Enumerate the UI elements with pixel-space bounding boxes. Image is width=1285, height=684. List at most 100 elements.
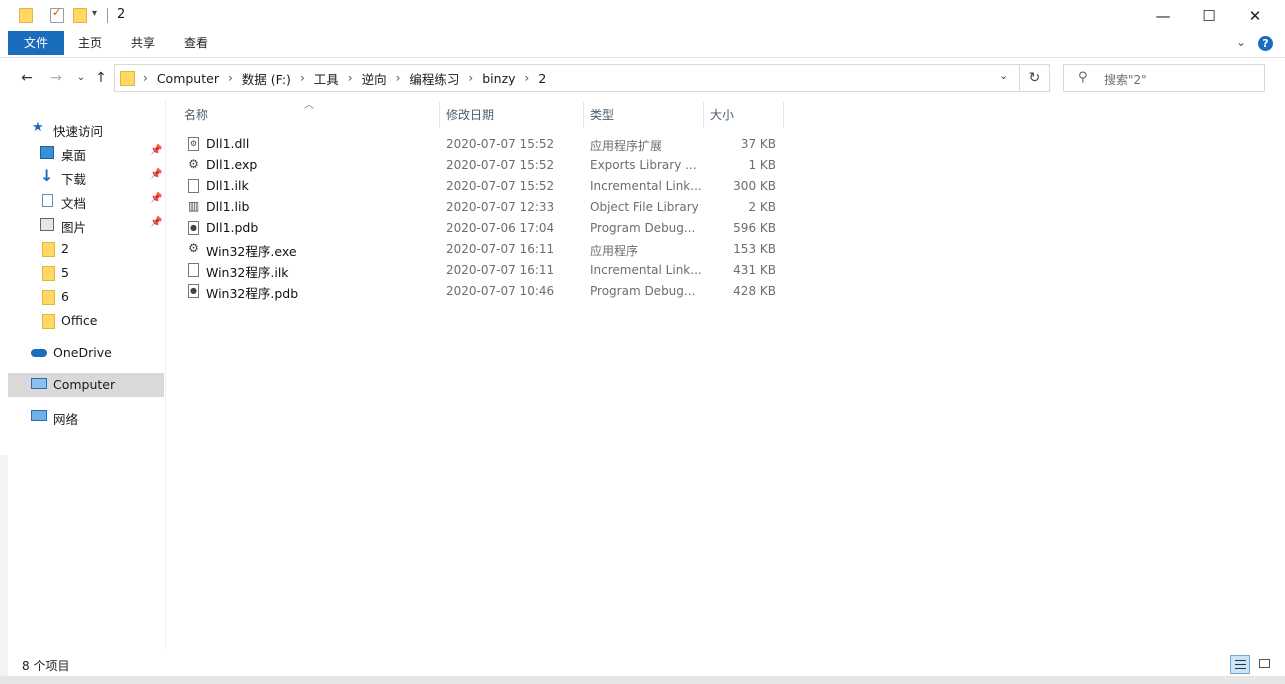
- new-folder-icon[interactable]: [73, 8, 87, 23]
- table-row[interactable]: ⚙ Dll1.exp 2020-07-07 15:52 Exports Libr…: [176, 155, 784, 176]
- sidebar-item-network[interactable]: 网络: [8, 405, 164, 429]
- table-row[interactable]: ▥ Dll1.lib 2020-07-07 12:33 Object File …: [176, 197, 784, 218]
- chevron-down-icon[interactable]: ▾: [92, 8, 97, 19]
- help-icon[interactable]: ?: [1258, 36, 1273, 51]
- pin-icon[interactable]: 📌: [150, 169, 162, 180]
- sidebar-item-label: 桌面: [61, 148, 87, 163]
- folder-icon: [42, 242, 55, 257]
- column-header-date[interactable]: 修改日期: [440, 102, 584, 128]
- file-size: 431 KB: [733, 263, 776, 277]
- large-icons-view-button[interactable]: [1255, 655, 1275, 674]
- breadcrumb-item[interactable]: 编程练习: [409, 69, 459, 88]
- sidebar-item-label: 文档: [61, 196, 87, 211]
- file-size: 596 KB: [733, 221, 776, 235]
- chevron-right-icon[interactable]: ›: [525, 71, 530, 85]
- table-row[interactable]: ⚙ Win32程序.exe 2020-07-07 16:11 应用程序 153 …: [176, 239, 784, 260]
- sidebar-item-label: 下载: [61, 172, 87, 187]
- title-divider: [107, 8, 108, 23]
- sidebar-item-folder-2[interactable]: 2: [8, 237, 164, 261]
- sidebar-item-quick-access[interactable]: ★ 快速访问: [8, 117, 164, 141]
- search-input[interactable]: ⚲ 搜索"2": [1063, 64, 1265, 92]
- chevron-right-icon[interactable]: ›: [228, 71, 233, 85]
- minimize-button[interactable]: —: [1140, 0, 1186, 31]
- breadcrumb-item[interactable]: 工具: [314, 69, 339, 88]
- pane-divider[interactable]: [165, 100, 166, 650]
- sidebar-item-folder-6[interactable]: 6: [8, 285, 164, 309]
- cloud-icon: [31, 349, 47, 357]
- exe-file-icon: ⚙: [188, 241, 199, 256]
- file-name: Dll1.pdb: [206, 220, 259, 235]
- forward-button[interactable]: →: [45, 67, 67, 89]
- close-button[interactable]: ✕: [1232, 0, 1278, 31]
- file-name: Dll1.ilk: [206, 178, 249, 193]
- recent-locations-button[interactable]: ⌄: [70, 67, 92, 89]
- search-icon: ⚲: [1078, 70, 1088, 85]
- ribbon-expand-icon[interactable]: ⌄: [1236, 35, 1246, 49]
- refresh-button[interactable]: ↻: [1020, 64, 1050, 92]
- pin-icon[interactable]: 📌: [150, 217, 162, 228]
- file-size: 1 KB: [748, 158, 776, 172]
- pin-icon[interactable]: 📌: [150, 193, 162, 204]
- breadcrumb-item[interactable]: binzy: [482, 71, 515, 86]
- sidebar-item-documents[interactable]: 文档 📌: [8, 189, 164, 213]
- sidebar-item-computer[interactable]: Computer: [8, 373, 164, 397]
- properties-icon[interactable]: [50, 6, 64, 23]
- maximize-button[interactable]: ☐: [1186, 0, 1232, 31]
- window-title: 2: [117, 7, 126, 22]
- chevron-right-icon[interactable]: ›: [143, 71, 148, 85]
- tab-file[interactable]: 文件: [8, 31, 64, 55]
- sidebar-item-office[interactable]: Office: [8, 309, 164, 333]
- chevron-right-icon[interactable]: ›: [396, 71, 401, 85]
- table-row[interactable]: ● Win32程序.pdb 2020-07-07 10:46 Program D…: [176, 281, 784, 302]
- file-type: Program Debug...: [590, 284, 696, 298]
- back-button[interactable]: ←: [16, 67, 38, 89]
- file-date: 2020-07-07 15:52: [446, 137, 555, 151]
- breadcrumb-item[interactable]: 数据 (F:): [242, 69, 291, 88]
- tiles-icon: [1259, 659, 1270, 668]
- address-bar[interactable]: › Computer › 数据 (F:) › 工具 › 逆向 › 编程练习 › …: [114, 64, 1020, 92]
- file-size: 300 KB: [733, 179, 776, 193]
- column-header-type[interactable]: 类型: [584, 102, 704, 128]
- column-header-size[interactable]: 大小: [704, 102, 784, 128]
- details-view-button[interactable]: [1230, 655, 1250, 674]
- breadcrumb-item[interactable]: 2: [538, 71, 546, 86]
- sidebar-item-pictures[interactable]: 图片 📌: [8, 213, 164, 237]
- file-type: Incremental Link...: [590, 179, 702, 193]
- sidebar-item-label: Office: [61, 313, 98, 328]
- pdb-file-icon: ●: [188, 284, 199, 298]
- sidebar-item-folder-5[interactable]: 5: [8, 261, 164, 285]
- sidebar-item-label: 6: [61, 289, 69, 304]
- file-date: 2020-07-07 12:33: [446, 200, 555, 214]
- sidebar-item-desktop[interactable]: 桌面 📌: [8, 141, 164, 165]
- breadcrumb-item[interactable]: Computer: [157, 71, 219, 86]
- chevron-down-icon[interactable]: ⌄: [999, 69, 1008, 82]
- file-date: 2020-07-06 17:04: [446, 221, 555, 235]
- table-row[interactable]: Dll1.ilk 2020-07-07 15:52 Incremental Li…: [176, 176, 784, 197]
- column-header-name[interactable]: 名称: [178, 102, 440, 128]
- search-placeholder: 搜索"2": [1104, 73, 1147, 87]
- title-bar: ▾ 2 — ☐ ✕: [0, 0, 1285, 31]
- table-row[interactable]: Win32程序.ilk 2020-07-07 16:11 Incremental…: [176, 260, 784, 281]
- sidebar-item-downloads[interactable]: ↓ 下载 📌: [8, 165, 164, 189]
- tab-home[interactable]: 主页: [68, 31, 112, 55]
- ilk-file-icon: [188, 179, 199, 193]
- folder-icon: [120, 71, 135, 86]
- file-name: Dll1.exp: [206, 157, 258, 172]
- chevron-right-icon[interactable]: ›: [300, 71, 305, 85]
- file-size: 37 KB: [740, 137, 776, 151]
- sidebar-item-onedrive[interactable]: OneDrive: [8, 341, 164, 365]
- pdb-file-icon: ●: [188, 221, 199, 235]
- pin-icon[interactable]: 📌: [150, 145, 162, 156]
- file-type: Incremental Link...: [590, 263, 702, 277]
- table-row[interactable]: ● Dll1.pdb 2020-07-06 17:04 Program Debu…: [176, 218, 784, 239]
- up-button[interactable]: ↑: [90, 67, 112, 89]
- table-row[interactable]: ⚙ Dll1.dll 2020-07-07 15:52 应用程序扩展 37 KB: [176, 134, 784, 155]
- tab-share[interactable]: 共享: [121, 31, 165, 55]
- breadcrumb-item[interactable]: 逆向: [362, 69, 387, 88]
- tab-view[interactable]: 查看: [174, 31, 218, 55]
- exp-file-icon: ⚙: [188, 157, 199, 172]
- file-name: Win32程序.pdb: [206, 286, 299, 301]
- chevron-right-icon[interactable]: ›: [348, 71, 353, 85]
- file-name: Dll1.lib: [206, 199, 250, 214]
- chevron-right-icon[interactable]: ›: [468, 71, 473, 85]
